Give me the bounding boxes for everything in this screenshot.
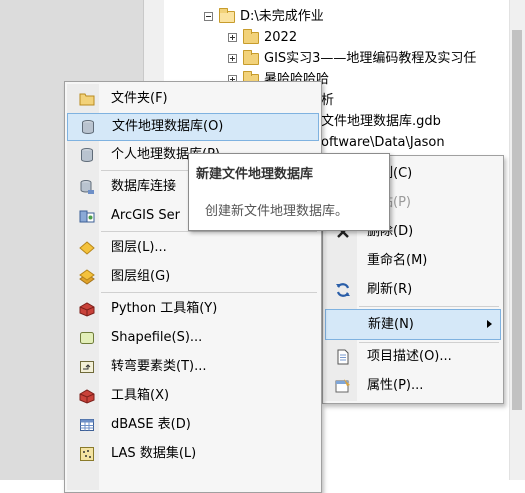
- tree-item[interactable]: GIS实习3——地理编码教程及实习任: [228, 48, 476, 70]
- menu-item-label: 重命名(M): [367, 253, 428, 268]
- menu-item-label: dBASE 表(D): [111, 417, 191, 432]
- menu-item-label: 项目描述(O)...: [367, 349, 452, 364]
- database-connection-icon: [80, 180, 94, 194]
- menu-separator: [101, 231, 317, 232]
- properties-icon: [335, 379, 350, 393]
- collapse-icon[interactable]: [204, 12, 213, 21]
- refresh-icon: [336, 283, 350, 297]
- las-dataset-icon: [80, 447, 94, 461]
- menu-item-item-description[interactable]: 项目描述(O)...: [325, 343, 501, 371]
- menu-item-layer[interactable]: 图层(L)...: [67, 234, 319, 262]
- folder-open-icon: [219, 7, 235, 23]
- tree-item-partial[interactable]: oftware\Data\Jason: [321, 132, 445, 154]
- tooltip-body: 创建新文件地理数据库。: [205, 204, 349, 219]
- menu-item-label: Python 工具箱(Y): [111, 301, 218, 316]
- folder-icon: [243, 49, 259, 65]
- menu-item-shapefile[interactable]: Shapefile(S)...: [67, 324, 319, 352]
- menu-item-las-dataset[interactable]: LAS 数据集(L): [67, 440, 319, 468]
- menu-item-toolbox[interactable]: 工具箱(X): [67, 382, 319, 410]
- toolbox-icon: [79, 389, 95, 404]
- file-geodatabase-icon: [82, 120, 94, 134]
- group-layer-icon: [79, 269, 95, 285]
- tree-item-partial[interactable]: 析: [321, 90, 334, 112]
- folder-icon: [243, 28, 259, 44]
- menu-item-label: ArcGIS Ser: [111, 208, 180, 223]
- menu-item-turn-feature-class[interactable]: 转弯要素类(T)...: [67, 353, 319, 381]
- expand-icon[interactable]: [228, 54, 237, 63]
- tree-item-partial[interactable]: 文件地理数据库.gdb: [321, 111, 441, 133]
- dbase-table-icon: [80, 419, 94, 431]
- menu-item-label: 图层组(G): [111, 269, 171, 284]
- scrollbar-thumb[interactable]: [512, 30, 522, 410]
- shapefile-icon: [80, 332, 94, 344]
- menu-item-python-toolbox[interactable]: Python 工具箱(Y): [67, 295, 319, 323]
- submenu-arrow-icon: [487, 320, 492, 328]
- tree-item[interactable]: 2022: [228, 27, 297, 49]
- expand-icon[interactable]: [228, 33, 237, 42]
- menu-item-properties[interactable]: 属性(P)...: [325, 372, 501, 400]
- tooltip: 新建文件地理数据库 创建新文件地理数据库。: [188, 153, 390, 231]
- tree-item[interactable]: D:\未完成作业: [204, 6, 324, 28]
- menu-item-label: LAS 数据集(L): [111, 446, 197, 461]
- menu-item-label: 新建(N): [368, 317, 414, 332]
- menu-item-label: Shapefile(S)...: [111, 330, 203, 345]
- python-toolbox-icon: [79, 302, 95, 317]
- menu-item-label: 文件夹(F): [111, 91, 168, 106]
- menu-item-label: 图层(L)...: [111, 240, 167, 255]
- menu-separator: [101, 292, 317, 293]
- tree-item-label: 2022: [264, 30, 298, 45]
- new-submenu: 文件夹(F) 文件地理数据库(O) 个人地理数据库(P) 数据库连接 ArcGI…: [64, 81, 322, 493]
- menu-item-new[interactable]: 新建(N): [325, 309, 501, 340]
- turn-feature-class-icon: [80, 361, 94, 373]
- menu-item-dbase-table[interactable]: dBASE 表(D): [67, 411, 319, 439]
- menu-item-label: 数据库连接: [111, 179, 177, 194]
- menu-item-file-geodatabase[interactable]: 文件地理数据库(O): [67, 113, 319, 141]
- menu-item-rename[interactable]: 重命名(M): [325, 247, 501, 275]
- menu-item-label: 属性(P)...: [367, 378, 424, 393]
- menu-item-refresh[interactable]: 刷新(R): [325, 276, 501, 304]
- tree-item-label: GIS实习3——地理编码教程及实习任: [264, 51, 477, 66]
- menu-item-label: 工具箱(X): [111, 388, 170, 403]
- folder-icon: [79, 93, 95, 106]
- menu-item-group-layer[interactable]: 图层组(G): [67, 263, 319, 291]
- menu-item-label: 文件地理数据库(O): [112, 119, 224, 134]
- menu-item-label: 转弯要素类(T)...: [111, 359, 207, 374]
- arcgis-server-icon: [79, 210, 95, 223]
- tree-item-label: D:\未完成作业: [240, 9, 324, 24]
- menu-item-label: 刷新(R): [367, 282, 413, 297]
- personal-geodatabase-icon: [81, 148, 93, 162]
- tooltip-title: 新建文件地理数据库: [196, 167, 314, 182]
- layer-icon: [79, 241, 95, 255]
- menu-item-folder[interactable]: 文件夹(F): [67, 85, 319, 113]
- menu-separator: [359, 306, 499, 307]
- item-description-icon: [337, 349, 349, 365]
